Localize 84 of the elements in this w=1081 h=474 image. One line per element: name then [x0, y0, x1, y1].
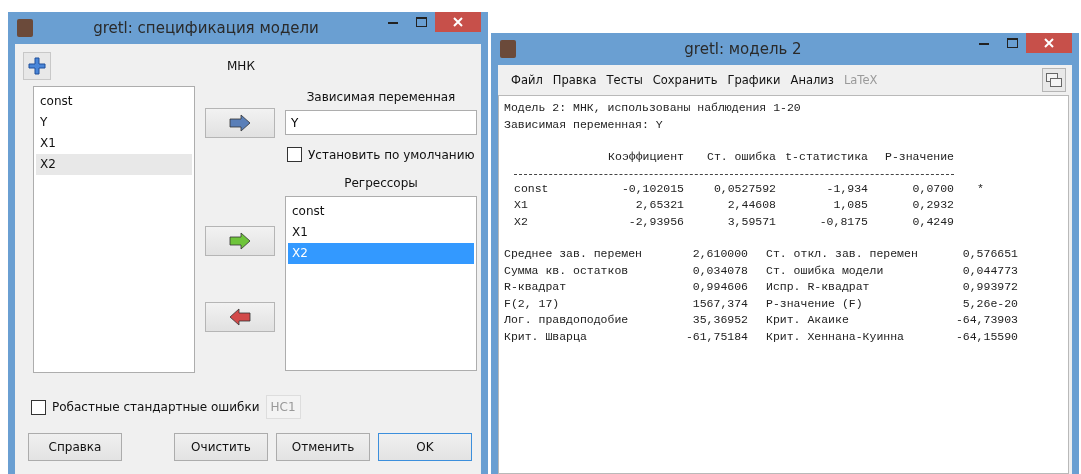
stat-label: Среднее зав. перемен: [504, 246, 644, 262]
table-cell-text: 0,0527592: [712, 180, 776, 197]
stat-label: Ст. ошибка модели: [766, 262, 885, 279]
app-icon: [500, 40, 516, 58]
table-cell-text: 0,4249: [911, 213, 954, 230]
stat-value: 1567,374: [691, 295, 748, 312]
table-cell-text: 0,2932: [911, 197, 954, 213]
stat-label: Испр. R-квадрат: [766, 279, 871, 295]
dialog-button[interactable]: Справка: [28, 433, 122, 461]
menu-item[interactable]: Правка: [547, 73, 602, 87]
output-line: Зависимая переменная: Y: [504, 116, 664, 133]
table-cell-text: -2,93956: [627, 213, 684, 230]
checkbox-label: Робастные стандартные ошибки: [52, 400, 260, 414]
table-cell-text: 1,085: [832, 197, 868, 213]
arrow-left-icon: [228, 307, 252, 327]
stat-value: -64,73903: [954, 312, 1018, 328]
menu-item[interactable]: Тесты: [601, 73, 648, 87]
table-cell-text: 2,65321: [634, 197, 684, 213]
stat-value: 0,044773: [961, 262, 1018, 279]
stat-value: 5,26e-20: [961, 295, 1018, 312]
menu-item[interactable]: Файл: [506, 73, 548, 87]
checkbox[interactable]: [287, 147, 302, 162]
window-title: gretl: модель 2: [683, 40, 803, 58]
list-item[interactable]: const: [288, 201, 474, 222]
column-header: Ст. ошибка: [706, 149, 776, 165]
stat-value: 0,034078: [691, 262, 748, 279]
list-item[interactable]: Y: [36, 112, 192, 133]
remove-regressor-button[interactable]: [205, 302, 275, 332]
regressors-label: Регрессоры: [343, 176, 419, 190]
column-header: Коэффициент: [607, 149, 684, 165]
table-cell-text: 3,59571: [726, 213, 776, 230]
list-item[interactable]: X2: [36, 154, 192, 175]
menu-item[interactable]: Анализ: [785, 73, 839, 87]
add-button[interactable]: [23, 52, 51, 80]
arrow-right-icon: [228, 113, 252, 133]
menu-item[interactable]: Графики: [722, 73, 786, 87]
table-cell-text: X2: [514, 213, 529, 230]
stat-label: Ст. откл. зав. перемен: [766, 246, 919, 262]
method-label: МНК: [227, 59, 255, 73]
stat-value: 2,610000: [691, 246, 748, 262]
stat-value: -61,75184: [684, 328, 748, 345]
close-icon[interactable]: [1026, 33, 1072, 53]
table-cell-text: -0,8175: [818, 213, 868, 230]
table-cell-text: -1,934: [825, 180, 868, 197]
table-cell-text: X1: [514, 197, 529, 213]
menu-item[interactable]: Сохранить: [647, 73, 723, 87]
stat-value: 0,993972: [961, 279, 1018, 295]
table-cell-text: -0,102015: [620, 180, 684, 197]
checkbox-label: Установить по умолчанию: [308, 147, 475, 162]
list-item[interactable]: X1: [288, 222, 474, 243]
dependent-field[interactable]: Y: [285, 110, 477, 135]
stat-label: Лог. правдоподобие: [504, 312, 630, 328]
stat-value: 0,994606: [691, 279, 748, 295]
table-cell-text: 2,44608: [726, 197, 776, 213]
stat-label: P-значение (F): [766, 295, 864, 312]
list-item[interactable]: X1: [36, 133, 192, 154]
list-item[interactable]: const: [36, 91, 192, 112]
dialog-button[interactable]: Очистить: [174, 433, 268, 461]
stat-value: 35,36952: [691, 312, 748, 328]
stat-label: Крит. Акаике: [766, 312, 850, 328]
stat-value: -64,15590: [954, 328, 1018, 345]
stat-label: Сумма кв. остатков: [504, 262, 630, 279]
add-regressor-button[interactable]: [205, 226, 275, 256]
arrow-right-icon: [228, 231, 252, 251]
output-line: Модель 2: МНК, использованы наблюдения 1-20: [504, 100, 802, 116]
close-icon[interactable]: [435, 12, 481, 32]
stat-value: 0,576651: [961, 246, 1018, 262]
stat-label: R-квадрат: [504, 279, 568, 295]
checkbox[interactable]: [31, 399, 46, 415]
stat-label: Крит. Хеннана-Куинна: [766, 328, 906, 345]
windows-icon[interactable]: [1042, 68, 1066, 92]
dependent-label: Зависимая переменная: [305, 90, 457, 104]
add-dependent-button[interactable]: [205, 108, 275, 138]
column-header: P-значение: [884, 149, 954, 165]
dialog-button[interactable]: Отменить: [276, 433, 370, 461]
dialog-button[interactable]: OK: [378, 433, 472, 461]
app-icon: [17, 19, 33, 37]
table-cell-text: const: [514, 180, 550, 197]
column-header: t-статистика: [784, 149, 868, 165]
stat-label: Крит. Шварца: [504, 328, 588, 345]
significance-mark: *: [976, 180, 984, 197]
stat-label: F(2, 17): [504, 295, 561, 312]
table-cell-text: 0,0700: [911, 180, 954, 197]
window-title: gretl: спецификация модели: [92, 19, 320, 37]
